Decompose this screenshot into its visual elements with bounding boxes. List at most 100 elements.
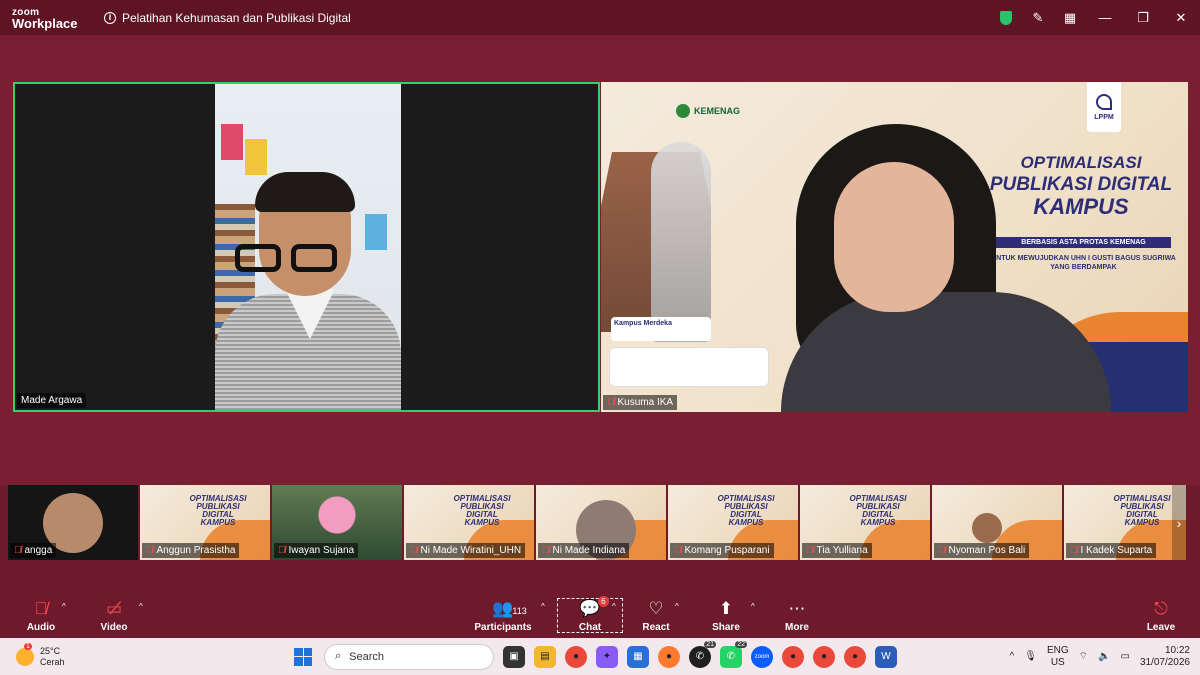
video-options-caret-icon[interactable]: ^ bbox=[139, 602, 143, 611]
wifi-icon[interactable]: ⌔ bbox=[1079, 650, 1088, 663]
info-icon[interactable]: i bbox=[104, 11, 116, 24]
mic-muted-icon: 🎙̸ bbox=[1070, 545, 1078, 556]
chevron-up-icon[interactable]: ^ bbox=[1010, 651, 1015, 662]
search-label: Search bbox=[349, 650, 385, 663]
video-tile-speaker[interactable]: Made Argawa bbox=[13, 82, 600, 412]
firefox-icon[interactable]: ● bbox=[658, 645, 680, 668]
more-label: More bbox=[785, 622, 809, 633]
mic-muted-icon: 🎙̸ bbox=[410, 545, 418, 556]
view-grid-icon[interactable]: ▦ bbox=[1054, 0, 1086, 35]
participants-count: 113 bbox=[512, 606, 527, 616]
app-badge: 22 bbox=[735, 640, 747, 648]
audio-options-caret-icon[interactable]: ^ bbox=[62, 602, 66, 611]
participant-thumb[interactable]: OPTIMALISASI PUBLIKASI DIGITAL KAMPUS 🎙̸… bbox=[668, 485, 798, 560]
lang-region: US bbox=[1050, 656, 1065, 668]
chrome-profile2-icon[interactable]: ● bbox=[813, 645, 835, 668]
mic-muted-icon: 🎙̸ bbox=[14, 545, 22, 556]
leave-label: Leave bbox=[1146, 622, 1176, 633]
react-label: React bbox=[642, 622, 670, 633]
restore-icon[interactable]: ❐ bbox=[1124, 0, 1162, 35]
video-button[interactable]: ▭̸ Video bbox=[82, 598, 146, 633]
leave-door-icon: ⎋ bbox=[1154, 599, 1168, 618]
mini-slide-title: OPTIMALISASI PUBLIKASI DIGITAL KAMPUS bbox=[849, 494, 907, 527]
store-icon[interactable]: ▦ bbox=[627, 645, 649, 668]
participant-thumb[interactable]: 🎙̸ Ni Made Indiana bbox=[536, 485, 666, 560]
word-icon[interactable]: W bbox=[875, 645, 897, 668]
chrome-icon[interactable]: ● bbox=[565, 645, 587, 668]
clock-date: 31/07/2026 bbox=[1139, 656, 1190, 668]
participant-thumb[interactable]: 🎙̸ angga bbox=[8, 485, 138, 560]
copilot-icon[interactable]: ✦ bbox=[596, 645, 618, 668]
participant-thumb[interactable]: OPTIMALISASI PUBLIKASI DIGITAL KAMPUS 🎙̸… bbox=[140, 485, 270, 560]
mic-muted-icon: 🎙̸ bbox=[938, 545, 946, 556]
kemenag-logo: KEMENAG bbox=[676, 104, 740, 118]
kampus-merdeka-badge: Kampus Merdeka bbox=[611, 317, 711, 341]
participant-thumb[interactable]: 🎙̸ Iwayan Sujana bbox=[272, 485, 402, 560]
slide-title-line3: KAMPUS bbox=[1033, 194, 1129, 219]
event-info-box bbox=[609, 347, 769, 387]
weather-badge: 1 bbox=[24, 642, 32, 650]
meeting-toolbar: 🎙̸ Audio ^ ▭̸ Video ^ 👥 113 Participants … bbox=[0, 590, 1200, 638]
meeting-info[interactable]: i Pelatihan Kehumasan dan Publikasi Digi… bbox=[104, 11, 351, 25]
zoom-app-icon[interactable]: zoom bbox=[751, 645, 773, 668]
participant-name: angga bbox=[24, 545, 53, 556]
minimize-icon[interactable]: — bbox=[1086, 0, 1124, 35]
mic-muted-icon: 🎙̸ bbox=[34, 599, 48, 618]
slide-subtitle: BERBASIS ASTA PROTAS KEMENAG bbox=[996, 237, 1171, 248]
chevron-right-icon[interactable]: › bbox=[1172, 485, 1186, 560]
kemenag-emblem-icon bbox=[676, 104, 690, 118]
leave-button[interactable]: ⎋ Leave bbox=[1129, 598, 1193, 633]
participants-button[interactable]: 👥 113 Participants bbox=[471, 598, 535, 633]
chrome-profile-icon[interactable]: ● bbox=[782, 645, 804, 668]
participant-name: Iwayan Sujana bbox=[288, 545, 355, 556]
share-button[interactable]: ⬆ Share bbox=[694, 598, 758, 633]
participant-name: Komang Pusparani bbox=[684, 545, 770, 556]
chat-unread-badge: 6 bbox=[598, 596, 609, 607]
slide-title: OPTIMALISASI PUBLIKASI DIGITAL KAMPUS bbox=[976, 152, 1186, 218]
chrome-profile3-icon[interactable]: ● bbox=[844, 645, 866, 668]
mic-muted-icon: 🎙̸ bbox=[278, 545, 286, 556]
weather-condition: Cerah bbox=[40, 656, 65, 667]
weather-temp: 25°C bbox=[40, 645, 61, 656]
slide-title-line2: PUBLIKASI DIGITAL bbox=[989, 174, 1173, 195]
participant-thumb[interactable]: OPTIMALISASI PUBLIKASI DIGITAL KAMPUS 🎙̸… bbox=[800, 485, 930, 560]
close-icon[interactable]: ✕ bbox=[1162, 0, 1200, 35]
share-options-caret-icon[interactable]: ^ bbox=[751, 602, 755, 611]
lppm-text: LPPM bbox=[1094, 114, 1114, 121]
file-explorer-icon[interactable]: ▤ bbox=[534, 645, 556, 668]
volume-icon[interactable]: 🔈 bbox=[1098, 651, 1110, 662]
participant-name: Anggun Prasistha bbox=[156, 545, 236, 556]
participant-thumb[interactable]: 🎙̸ Nyoman Pos Bali bbox=[932, 485, 1062, 560]
participants-options-caret-icon[interactable]: ^ bbox=[541, 602, 545, 611]
mini-slide-title: OPTIMALISASI PUBLIKASI DIGITAL KAMPUS bbox=[189, 494, 247, 527]
video-tile-presenter[interactable]: KEMENAG LPPM OPTIMALISASI PUBLIKASI DIGI… bbox=[601, 82, 1188, 412]
apps-wand-icon[interactable]: ✎ bbox=[1022, 0, 1054, 35]
clock[interactable]: 10:22 31/07/2026 bbox=[1140, 645, 1190, 669]
participant-thumb[interactable]: OPTIMALISASI PUBLIKASI DIGITAL KAMPUS 🎙̸… bbox=[1064, 485, 1186, 560]
language-indicator[interactable]: ENG US bbox=[1047, 645, 1069, 669]
more-button[interactable]: ⋯ More bbox=[765, 598, 829, 633]
participant-strip: 🎙̸ angga OPTIMALISASI PUBLIKASI DIGITAL K… bbox=[8, 485, 1194, 560]
security-shield-icon[interactable] bbox=[990, 0, 1022, 35]
windows-taskbar: 1 25°C Cerah ⌕ Search ▣ ▤ ● ✦ ▦ ● ✆ 21 ✆ 2… bbox=[0, 638, 1200, 675]
meeting-title: Pelatihan Kehumasan dan Publikasi Digita… bbox=[122, 10, 351, 25]
zoom-logo: zoom Workplace bbox=[0, 7, 90, 30]
taskbar-search[interactable]: ⌕ Search bbox=[324, 643, 494, 670]
task-view-icon[interactable]: ▣ bbox=[503, 645, 525, 668]
windows-start-icon[interactable] bbox=[294, 647, 312, 666]
video-off-icon: ▭̸ bbox=[105, 599, 123, 618]
mic-muted-icon: 🎙̸ bbox=[806, 545, 814, 556]
whatsapp-icon[interactable]: ✆ 21 bbox=[689, 640, 716, 668]
weather-widget[interactable]: 1 25°C Cerah bbox=[16, 642, 276, 668]
chat-options-caret-icon[interactable]: ^ bbox=[612, 602, 616, 611]
participants-icon: 👥 113 bbox=[492, 598, 526, 620]
participant-name: Ni Made Wiratini_UHN bbox=[420, 545, 522, 556]
chat-label: Chat bbox=[578, 622, 602, 633]
microphone-icon[interactable]: 🎙 bbox=[1024, 651, 1037, 662]
mini-slide-title: OPTIMALISASI PUBLIKASI DIGITAL KAMPUS bbox=[1113, 494, 1171, 527]
react-options-caret-icon[interactable]: ^ bbox=[675, 602, 679, 611]
battery-icon[interactable]: ▭ bbox=[1120, 651, 1129, 662]
participant-name-tag: Made Argawa bbox=[17, 393, 87, 408]
participant-thumb[interactable]: OPTIMALISASI PUBLIKASI DIGITAL KAMPUS 🎙̸… bbox=[404, 485, 534, 560]
whatsapp-business-icon[interactable]: ✆ 22 bbox=[720, 640, 747, 668]
